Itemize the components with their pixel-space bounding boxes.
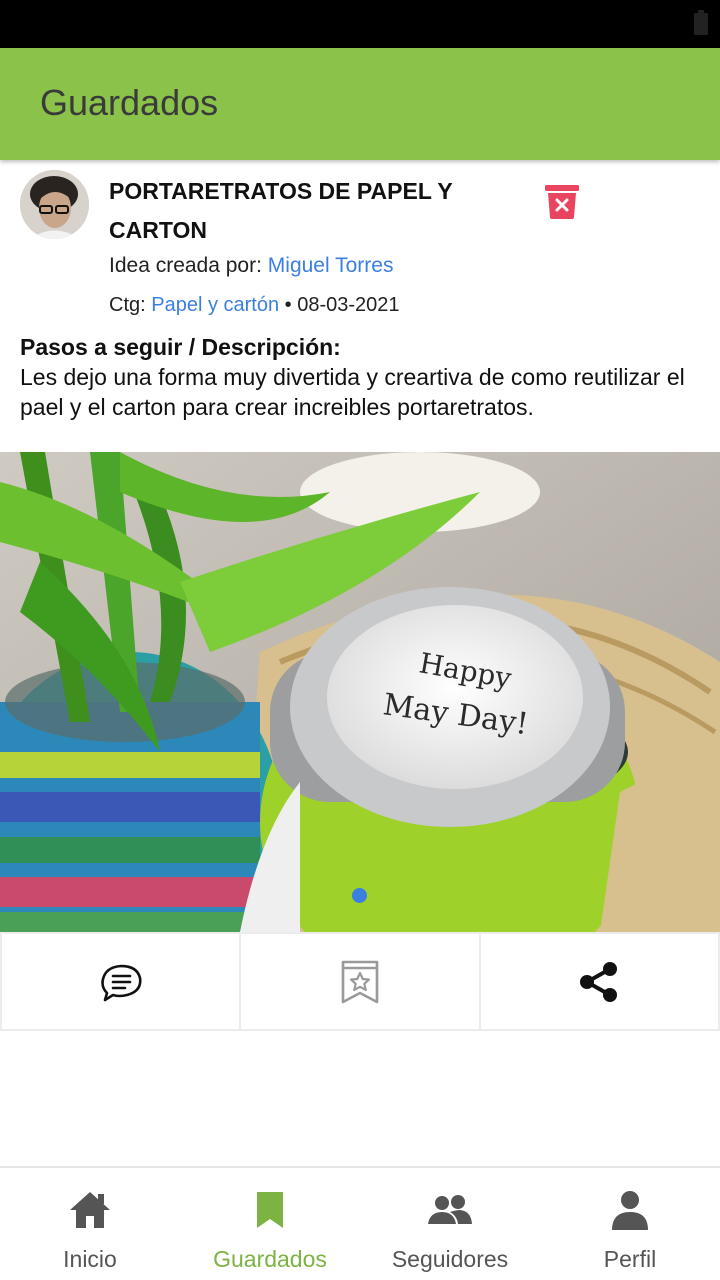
status-bar (0, 0, 720, 48)
category-label: Ctg: (109, 294, 152, 316)
share-icon (580, 961, 618, 1002)
person-icon (612, 1191, 648, 1230)
comment-icon (100, 964, 142, 1001)
avatar[interactable] (20, 170, 89, 239)
nav-item-perfil[interactable]: Perfil (540, 1168, 720, 1280)
nav-label-inicio: Inicio (63, 1246, 117, 1272)
creator-label: Idea creada por: (109, 254, 268, 277)
post-actions (0, 932, 720, 1031)
page-title: Guardados (40, 82, 219, 123)
save-toggle-button[interactable] (241, 932, 479, 1031)
post-title: PORTARETRATOS DE PAPEL Y CARTON (109, 178, 453, 243)
trash-icon (545, 185, 579, 219)
saved-post-card: PORTARETRATOS DE PAPEL Y CARTON Idea cre… (0, 160, 720, 1166)
category-line: Ctg: Papel y cartón • 08-03-2021 (109, 294, 400, 317)
comments-button[interactable] (0, 932, 242, 1031)
description-text: Les dejo una forma muy divertida y crear… (20, 364, 685, 420)
creator-line: Idea creada por: Miguel Torres (109, 254, 393, 278)
app-bar: Guardados (0, 48, 720, 160)
category-link[interactable]: Papel y cartón (151, 294, 279, 316)
bookmark-icon (257, 1192, 283, 1228)
post-date: 08-03-2021 (297, 294, 400, 316)
date-separator: • (279, 294, 298, 316)
delete-saved-button[interactable] (543, 184, 581, 220)
description-heading: Pasos a seguir / Descripción: (20, 334, 341, 360)
creator-link[interactable]: Miguel Torres (268, 254, 394, 277)
nav-label-guardados: Guardados (213, 1246, 327, 1272)
post-photo[interactable]: Happy May Day! (0, 452, 720, 932)
nav-label-seguidores: Seguidores (391, 1246, 509, 1272)
share-button[interactable] (478, 932, 720, 1031)
post-description: Pasos a seguir / Descripción: Les dejo u… (20, 332, 710, 422)
nav-item-guardados[interactable]: Guardados (180, 1168, 360, 1280)
nav-label-perfil: Perfil (603, 1246, 657, 1272)
bookmark-star-icon (341, 960, 379, 1003)
people-icon (428, 1195, 472, 1224)
battery-icon (694, 10, 708, 35)
nav-item-seguidores[interactable]: Seguidores (360, 1168, 540, 1280)
home-icon (70, 1192, 110, 1228)
carousel-indicator[interactable] (352, 888, 367, 903)
nav-item-inicio[interactable]: Inicio (0, 1168, 180, 1280)
bottom-navigation: Inicio Guardados Seguidores Perfil (0, 1166, 720, 1280)
